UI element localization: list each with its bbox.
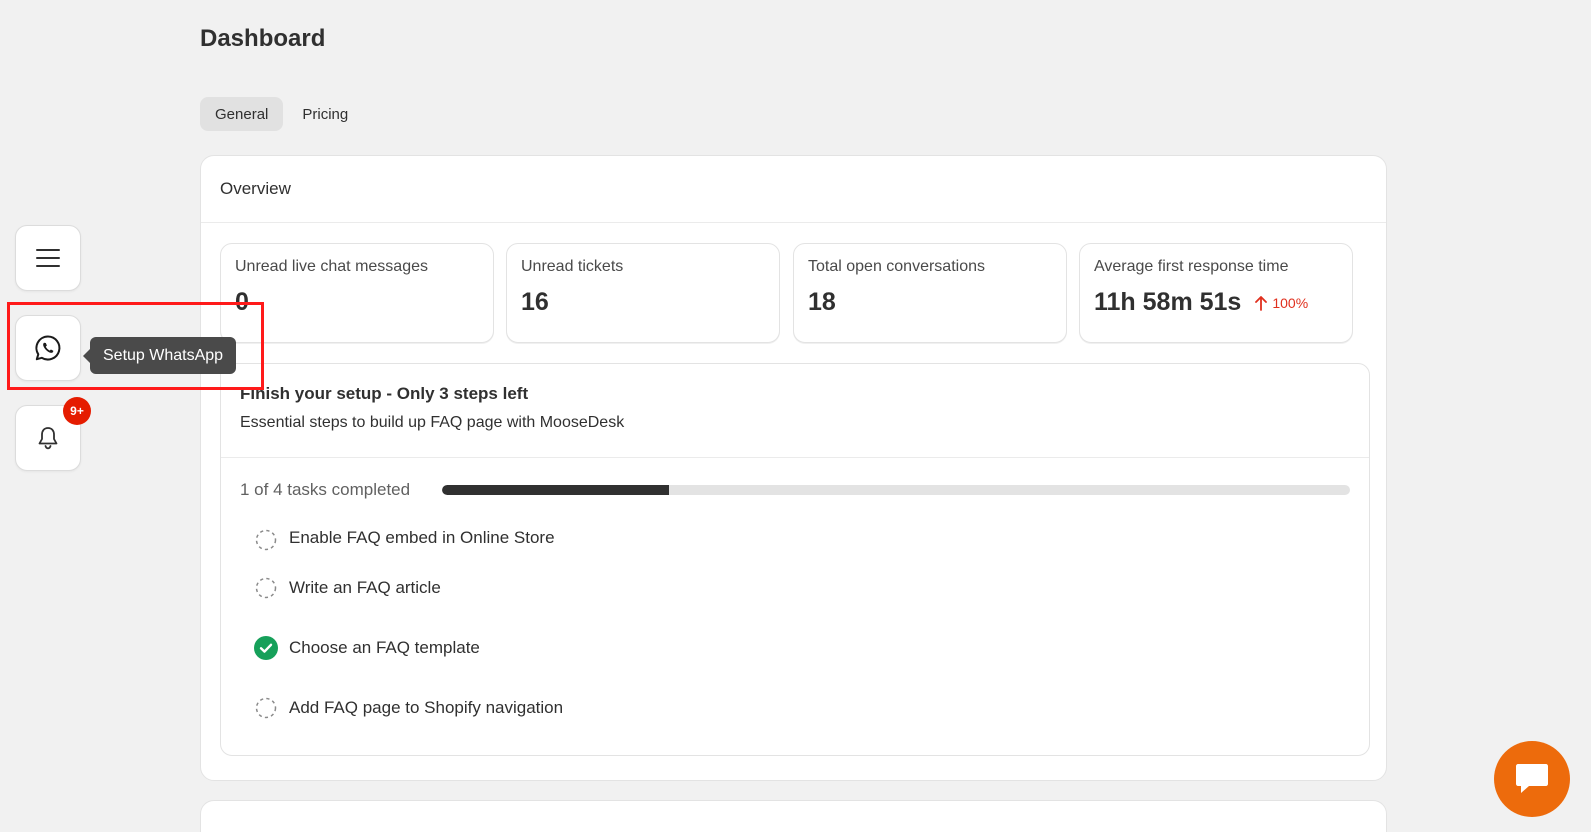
task-item[interactable]: Write an FAQ article — [254, 558, 1369, 618]
chat-bubble-icon — [1516, 764, 1548, 793]
task-item[interactable]: Add FAQ page to Shopify navigation — [254, 678, 1369, 738]
dashboard-page: Dashboard General Pricing Overview Unrea… — [0, 0, 1591, 832]
task-item[interactable]: Enable FAQ embed in Online Store — [254, 518, 1369, 558]
stat-label: Unread tickets — [521, 258, 624, 275]
tab-bar: General Pricing — [200, 97, 363, 131]
stat-value: 11h 58m 51s 100% — [1094, 288, 1338, 317]
setup-progress: 1 of 4 tasks completed — [221, 458, 1369, 500]
bell-icon — [38, 427, 58, 450]
task-label: Write an FAQ article — [289, 578, 441, 597]
pending-circle-icon — [254, 528, 278, 552]
secondary-card — [200, 800, 1387, 832]
hamburger-menu-icon — [36, 249, 60, 267]
tab-general[interactable]: General — [200, 97, 284, 131]
stat-label: Unread live chat messages — [235, 258, 428, 275]
stat-label: Average first response time — [1094, 258, 1289, 275]
menu-button[interactable] — [15, 225, 81, 291]
stat-label: Total open conversations — [808, 258, 985, 275]
stat-value: 16 — [521, 288, 765, 317]
overview-title: Overview — [201, 156, 1386, 223]
whatsapp-icon — [35, 335, 61, 361]
setup-title: Finish your setup - Only 3 steps left — [240, 384, 529, 403]
tab-pricing[interactable]: Pricing — [287, 97, 363, 131]
stat-value-text: 18 — [808, 288, 836, 316]
task-label: Add FAQ page to Shopify navigation — [289, 698, 564, 717]
progress-bar — [442, 485, 1350, 495]
stat-value: 0 — [235, 288, 479, 317]
live-chat-button[interactable] — [1494, 741, 1570, 817]
task-label: Choose an FAQ template — [289, 638, 480, 657]
setup-guide: Finish your setup - Only 3 steps left Es… — [220, 363, 1370, 756]
arrow-up-icon — [1255, 295, 1268, 311]
stat-average-first-response[interactable]: Average first response time 11h 58m 51s … — [1079, 243, 1353, 343]
pending-circle-icon — [254, 576, 278, 600]
stat-unread-tickets[interactable]: Unread tickets 16 — [506, 243, 780, 343]
stat-value: 18 — [808, 288, 1052, 317]
stat-value-text: 16 — [521, 288, 549, 316]
setup-header: Finish your setup - Only 3 steps left Es… — [221, 364, 1369, 458]
whatsapp-tooltip: Setup WhatsApp — [82, 337, 237, 374]
pending-circle-icon — [254, 696, 278, 720]
task-list: Enable FAQ embed in Online Store Write a… — [221, 500, 1369, 738]
stat-change-value: 100% — [1272, 294, 1309, 311]
progress-bar-fill — [442, 485, 669, 495]
task-item[interactable]: Choose an FAQ template — [254, 618, 1369, 678]
stat-value-text: 0 — [235, 288, 249, 316]
task-label: Enable FAQ embed in Online Store — [289, 528, 555, 547]
setup-subtitle: Essential steps to build up FAQ page wit… — [240, 414, 625, 431]
overview-card: Overview Unread live chat messages 0 Unr… — [200, 155, 1387, 781]
page-title: Dashboard — [200, 25, 326, 52]
whatsapp-button[interactable] — [15, 315, 81, 381]
stat-change: 100% — [1255, 295, 1308, 311]
stat-total-open-conversations[interactable]: Total open conversations 18 — [793, 243, 1067, 343]
stat-value-text: 11h 58m 51s — [1094, 288, 1242, 316]
stat-unread-live-chat[interactable]: Unread live chat messages 0 — [220, 243, 494, 343]
check-circle-icon — [254, 636, 278, 660]
notification-badge: 9+ — [63, 397, 91, 425]
progress-label: 1 of 4 tasks completed — [240, 480, 411, 499]
